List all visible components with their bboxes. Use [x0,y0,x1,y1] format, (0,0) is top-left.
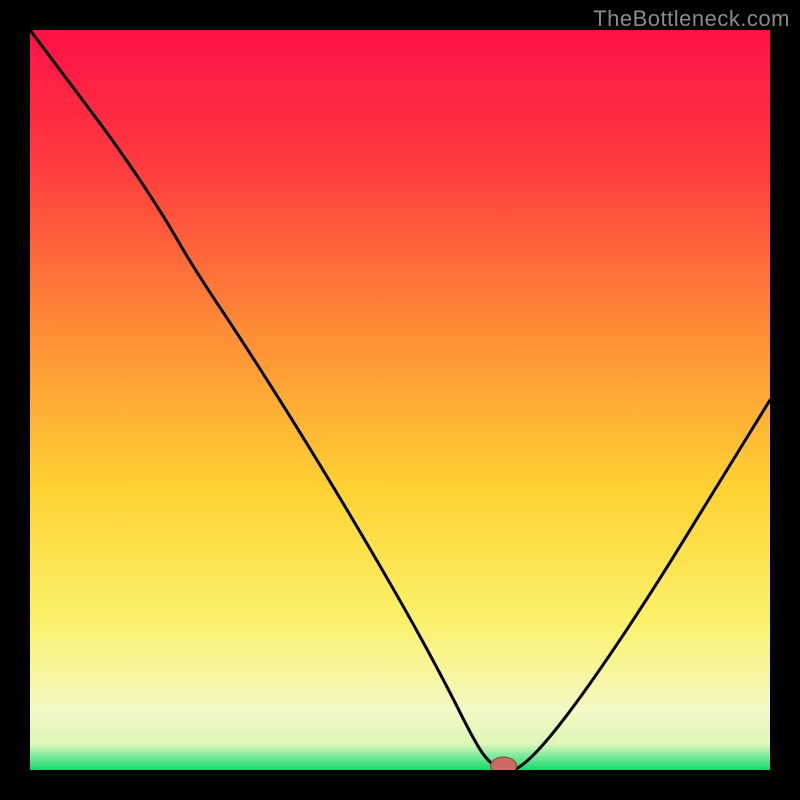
chart-frame: TheBottleneck.com [0,0,800,800]
plot-svg [30,30,770,770]
gradient-background [30,30,770,770]
bottleneck-plot [30,30,770,770]
attribution-text: TheBottleneck.com [593,6,790,32]
